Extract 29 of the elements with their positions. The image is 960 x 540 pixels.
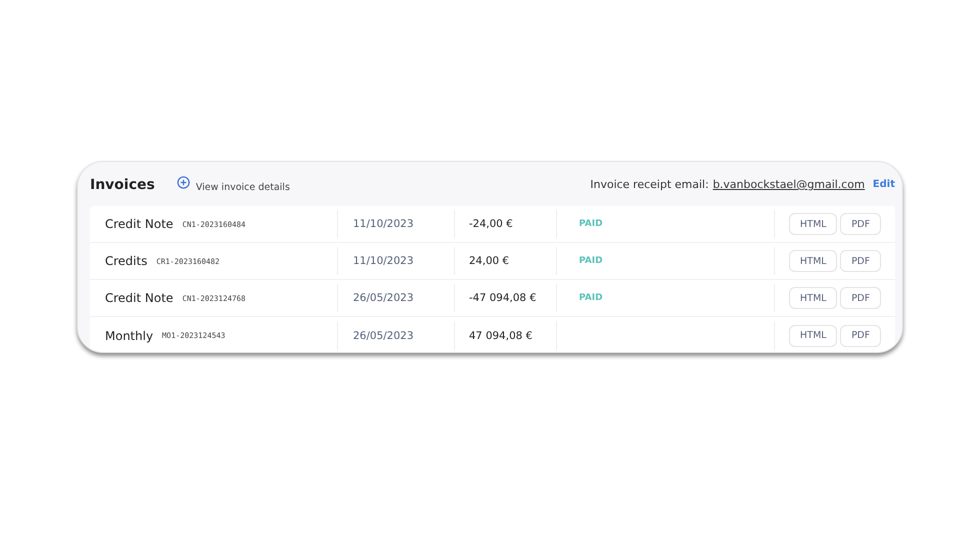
download-button[interactable]: PDF <box>840 324 881 346</box>
invoice-type: Monthly <box>105 328 154 342</box>
download-button[interactable]: PDF <box>840 250 881 272</box>
email-link[interactable]: b.vanbockstael@gmail.com <box>712 178 865 191</box>
invoice-type: Credits <box>105 254 148 268</box>
download-button[interactable]: HTML <box>789 287 838 309</box>
download-button[interactable]: PDF <box>840 287 881 309</box>
invoice-date: 26/05/2023 <box>353 292 414 304</box>
invoice-date: 11/10/2023 <box>353 255 414 267</box>
invoice-date: 26/05/2023 <box>353 330 414 342</box>
plus-circle-icon <box>176 176 190 189</box>
view-details-link[interactable]: View invoice details <box>176 176 290 193</box>
section-title: Invoices <box>90 176 155 192</box>
invoice-date: 11/10/2023 <box>353 218 414 230</box>
download-button[interactable]: HTML <box>789 324 838 346</box>
invoice-type: Credit Note <box>105 217 174 231</box>
invoice-amount: 24,00 € <box>469 255 510 267</box>
download-button[interactable]: PDF <box>840 213 881 235</box>
invoice-amount: -47 094,08 € <box>469 292 536 304</box>
edit-link[interactable]: Edit <box>872 179 895 190</box>
receipt-email-label: Invoice receipt email: <box>590 178 709 191</box>
download-button[interactable]: HTML <box>789 213 838 235</box>
status-label: PAID <box>579 256 603 266</box>
status-label: PAID <box>579 293 603 303</box>
invoice-type: Credit Note <box>105 291 174 305</box>
status-label: PAID <box>579 219 603 229</box>
invoice-amount: -24,00 € <box>469 218 513 230</box>
download-button[interactable]: HTML <box>789 250 838 272</box>
invoice-amount: 47 094,08 € <box>469 330 532 342</box>
